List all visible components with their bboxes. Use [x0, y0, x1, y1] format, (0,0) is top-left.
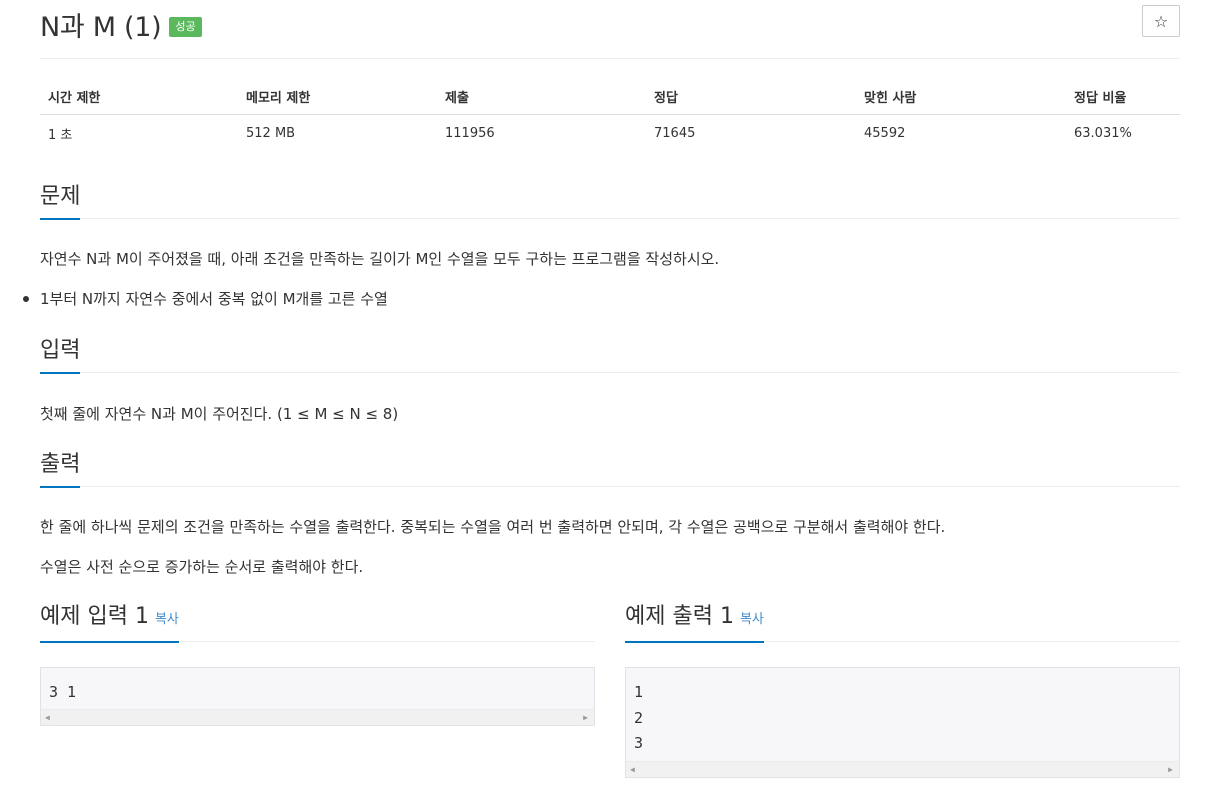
horizontal-scrollbar[interactable]: ◀ ▶	[41, 709, 594, 725]
description-heading: 문제	[40, 184, 81, 220]
scroll-left-icon[interactable]: ◀	[630, 765, 635, 775]
solved-users-value: 45592	[864, 125, 906, 141]
description-section: 문제	[40, 178, 1180, 220]
condition-item: 1부터 N까지 자연수 중에서 중복 없이 M개를 고른 수열	[23, 290, 388, 308]
sample-input-heading: 예제 입력 1 복사	[40, 604, 179, 643]
sample-input-header: 예제 입력 1 복사	[40, 601, 595, 643]
sample-output-box[interactable]: 1 2 3 ◀ ▶	[625, 667, 1180, 778]
copy-output-link[interactable]: 복사	[740, 612, 764, 627]
description-header: 문제	[40, 178, 1180, 220]
scroll-left-icon[interactable]: ◀	[45, 713, 50, 723]
header-time-limit: 시간 제한	[40, 78, 238, 115]
output-text-1: 한 줄에 하나씩 문제의 조건을 만족하는 수열을 출력한다. 중복되는 수열을…	[40, 518, 946, 536]
header-memory-limit: 메모리 제한	[238, 78, 437, 115]
star-icon: ☆	[1153, 11, 1169, 31]
header-accept-ratio: 정답 비율	[1066, 78, 1180, 115]
info-value-row: 1 초 512 MB 111956 71645 45592 63.031%	[40, 115, 1180, 152]
accept-ratio-value: 63.031%	[1074, 125, 1132, 141]
time-limit-value: 1 초	[48, 127, 73, 143]
memory-limit-value: 512 MB	[246, 125, 296, 141]
header-accepted: 정답	[646, 78, 856, 115]
input-text: 첫째 줄에 자연수 N과 M이 주어진다. (1 ≤ M ≤ N ≤ 8)	[40, 405, 399, 423]
header-solved-users: 맞힌 사람	[856, 78, 1066, 115]
title-divider	[40, 58, 1180, 59]
output-heading: 출력	[40, 452, 81, 488]
scroll-right-icon[interactable]: ▶	[1168, 765, 1173, 775]
page-title: N과 M (1)	[40, 11, 162, 43]
description-text: 자연수 N과 M이 주어졌을 때, 아래 조건을 만족하는 길이가 M인 수열을…	[40, 250, 720, 268]
title-row: N과 M (1) 성공	[40, 6, 202, 43]
input-header: 입력	[40, 332, 1180, 374]
sample-output-content: 1 2 3	[634, 683, 644, 752]
input-section: 입력	[40, 332, 1180, 374]
sample-output-header: 예제 출력 1 복사	[625, 601, 1180, 643]
horizontal-scrollbar[interactable]: ◀ ▶	[626, 761, 1179, 777]
accepted-value: 71645	[654, 125, 696, 141]
input-heading: 입력	[40, 338, 81, 374]
star-button[interactable]: ☆	[1142, 5, 1180, 37]
sample-input-section: 예제 입력 1 복사	[40, 601, 595, 643]
header-submissions: 제출	[437, 78, 646, 115]
submissions-value: 111956	[445, 125, 495, 141]
output-header: 출력	[40, 446, 1180, 488]
output-text-2: 수열은 사전 순으로 증가하는 순서로 출력해야 한다.	[40, 558, 364, 576]
status-badge: 성공	[169, 17, 202, 37]
info-header-row: 시간 제한 메모리 제한 제출 정답 맞힌 사람 정답 비율	[40, 78, 1180, 115]
problem-info-table: 시간 제한 메모리 제한 제출 정답 맞힌 사람 정답 비율 1 초 512 M…	[40, 78, 1180, 151]
sample-input-box[interactable]: 3 1 ◀ ▶	[40, 667, 595, 726]
sample-output-heading: 예제 출력 1 복사	[625, 604, 764, 643]
condition-list: 1부터 N까지 자연수 중에서 중복 없이 M개를 고른 수열	[23, 288, 388, 309]
sample-output-section: 예제 출력 1 복사	[625, 601, 1180, 643]
scroll-right-icon[interactable]: ▶	[583, 713, 588, 723]
output-section: 출력	[40, 446, 1180, 488]
copy-input-link[interactable]: 복사	[155, 612, 179, 627]
sample-input-content: 3 1	[49, 683, 77, 701]
